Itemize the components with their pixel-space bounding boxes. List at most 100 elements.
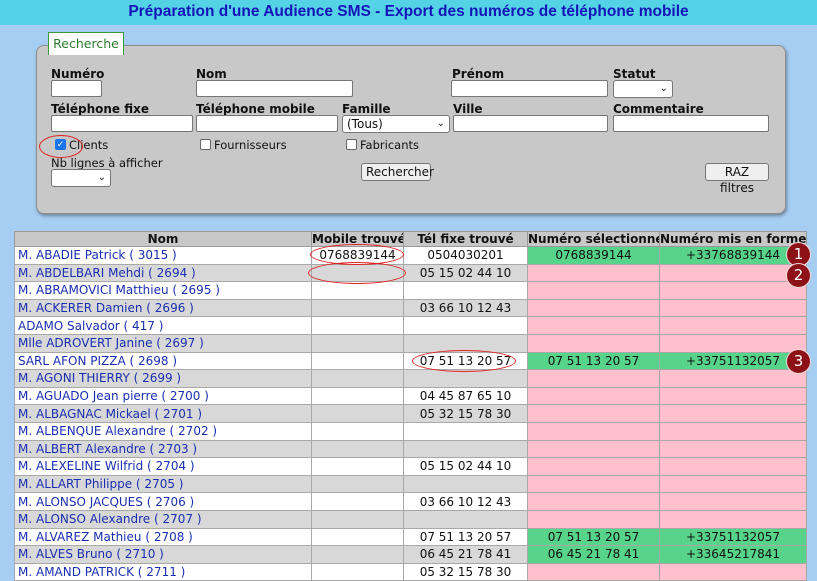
formatted-number-cell bbox=[659, 263, 807, 283]
statut-label: Statut bbox=[613, 67, 656, 81]
client-name-link[interactable]: M. ALBERT Alexandre ( 2703 ) bbox=[14, 439, 312, 459]
search-tab[interactable]: Recherche bbox=[48, 32, 124, 55]
table-row: SARL AFON PIZZA ( 2698 ) 07 51 13 20 57 07… bbox=[14, 351, 807, 371]
table-header-row: Nom Mobile trouvé Tél fixe trouvé Numéro… bbox=[14, 231, 807, 247]
mobile-cell bbox=[311, 351, 404, 371]
mobile-cell bbox=[311, 439, 404, 459]
client-name-link[interactable]: M. AGUADO Jean pierre ( 2700 ) bbox=[14, 386, 312, 406]
client-name-link[interactable]: M. ALONSO JACQUES ( 2706 ) bbox=[14, 492, 312, 511]
nom-input[interactable] bbox=[196, 80, 353, 97]
header-mobile[interactable]: Mobile trouvé bbox=[311, 231, 404, 247]
fabricants-label: Fabricants bbox=[360, 138, 419, 152]
formatted-number-cell bbox=[659, 281, 807, 300]
fixe-cell: 05 15 02 44 10 bbox=[403, 457, 528, 476]
mobile-cell bbox=[311, 333, 404, 353]
famille-select[interactable]: (Tous) ⌄ bbox=[342, 115, 450, 133]
formatted-number-cell bbox=[659, 369, 807, 388]
selected-number-cell: 06 45 21 78 41 bbox=[527, 545, 660, 564]
client-name-link[interactable]: Mlle ADROVERT Janine ( 2697 ) bbox=[14, 333, 312, 353]
fixe-cell bbox=[403, 369, 528, 388]
rechercher-button[interactable]: Rechercher bbox=[361, 163, 434, 181]
selected-number-cell bbox=[527, 562, 660, 581]
client-name-link[interactable]: ADAMO Salvador ( 417 ) bbox=[14, 316, 312, 335]
fixe-cell: 03 66 10 12 43 bbox=[403, 298, 528, 318]
client-name-link[interactable]: M. AGONI THIERRY ( 2699 ) bbox=[14, 369, 312, 388]
table-row: M. ALBAGNAC Mickael ( 2701 ) 05 32 15 78 … bbox=[14, 404, 807, 423]
fournisseurs-checkbox[interactable] bbox=[200, 139, 211, 150]
selected-number-cell bbox=[527, 263, 660, 283]
header-nom[interactable]: Nom bbox=[14, 231, 312, 247]
nb-lignes-select[interactable]: ⌄ bbox=[51, 169, 111, 187]
chevron-down-icon: ⌄ bbox=[436, 118, 445, 129]
table-row: M. ALVES Bruno ( 2710 ) 06 45 21 78 41 06 … bbox=[14, 545, 807, 564]
mobile-cell bbox=[311, 263, 404, 283]
selected-number-cell bbox=[527, 298, 660, 318]
client-name-link[interactable]: M. ABADIE Patrick ( 3015 ) bbox=[14, 246, 312, 265]
fournisseurs-label: Fournisseurs bbox=[214, 138, 287, 152]
fixe-cell bbox=[403, 333, 528, 353]
client-name-link[interactable]: M. ALLART Philippe ( 2705 ) bbox=[14, 474, 312, 494]
formatted-number-cell: +33645217841 bbox=[659, 545, 807, 564]
chevron-down-icon: ⌄ bbox=[97, 172, 106, 183]
tel-fixe-input[interactable] bbox=[51, 115, 193, 132]
fixe-cell: 05 15 02 44 10 bbox=[403, 263, 528, 283]
fixe-cell: 04 45 87 65 10 bbox=[403, 386, 528, 406]
raz-filtres-button[interactable]: RAZ filtres bbox=[705, 163, 769, 195]
tel-mobile-input[interactable] bbox=[196, 115, 338, 132]
ville-input[interactable] bbox=[453, 115, 608, 132]
client-name-link[interactable]: M. ALONSO Alexandre ( 2707 ) bbox=[14, 509, 312, 529]
table-row: M. ALLART Philippe ( 2705 ) bbox=[14, 474, 807, 494]
fabricants-checkbox[interactable] bbox=[346, 139, 357, 150]
mobile-cell bbox=[311, 509, 404, 529]
table-body: M. ABADIE Patrick ( 3015 ) 0768839144 0504… bbox=[14, 246, 807, 581]
header-forme[interactable]: Numéro mis en forme bbox=[659, 231, 807, 247]
table-row: M. ABDELBARI Mehdi ( 2694 ) 05 15 02 44 1… bbox=[14, 263, 807, 283]
client-name-link[interactable]: M. ABDELBARI Mehdi ( 2694 ) bbox=[14, 263, 312, 283]
formatted-number-cell bbox=[659, 298, 807, 318]
annotation-badge-3: 3 bbox=[786, 349, 811, 374]
fixe-cell: 05 32 15 78 30 bbox=[403, 404, 528, 423]
formatted-number-cell bbox=[659, 474, 807, 494]
table-row: Mlle ADROVERT Janine ( 2697 ) bbox=[14, 333, 807, 353]
formatted-number-cell bbox=[659, 509, 807, 529]
fixe-cell bbox=[403, 474, 528, 494]
table-row: M. AGUADO Jean pierre ( 2700 ) 04 45 87 6… bbox=[14, 386, 807, 406]
header-fixe[interactable]: Tél fixe trouvé bbox=[403, 231, 528, 247]
client-name-link[interactable]: M. ALEXELINE Wilfrid ( 2704 ) bbox=[14, 457, 312, 476]
client-name-link[interactable]: M. ALBENQUE Alexandre ( 2702 ) bbox=[14, 421, 312, 441]
table-row: ADAMO Salvador ( 417 ) bbox=[14, 316, 807, 335]
statut-select[interactable]: ⌄ bbox=[613, 80, 673, 98]
client-name-link[interactable]: M. ALVES Bruno ( 2710 ) bbox=[14, 545, 312, 564]
commentaire-label: Commentaire bbox=[613, 102, 704, 116]
table-row: M. ALONSO JACQUES ( 2706 ) 03 66 10 12 43 bbox=[14, 492, 807, 511]
formatted-number-cell bbox=[659, 386, 807, 406]
fixe-cell bbox=[403, 421, 528, 441]
ville-label: Ville bbox=[453, 102, 483, 116]
numero-label: Numéro bbox=[51, 67, 105, 81]
client-name-link[interactable]: M. ALBAGNAC Mickael ( 2701 ) bbox=[14, 404, 312, 423]
clients-checkbox[interactable]: ✓ bbox=[55, 139, 66, 150]
header-selectionne[interactable]: Numéro sélectionné bbox=[527, 231, 660, 247]
client-name-link[interactable]: M. ABRAMOVICI Matthieu ( 2695 ) bbox=[14, 281, 312, 300]
selected-number-cell bbox=[527, 457, 660, 476]
numero-input[interactable] bbox=[51, 80, 102, 97]
formatted-number-cell bbox=[659, 333, 807, 353]
client-name-link[interactable]: SARL AFON PIZZA ( 2698 ) bbox=[14, 351, 312, 371]
page-title: Préparation d'une Audience SMS - Export … bbox=[0, 0, 817, 25]
client-name-link[interactable]: M. ALVAREZ Mathieu ( 2708 ) bbox=[14, 527, 312, 547]
table-row: M. AMAND PATRICK ( 2711 ) 05 32 15 78 30 bbox=[14, 562, 807, 581]
table-row: M. ACKERER Damien ( 2696 ) 03 66 10 12 43 bbox=[14, 298, 807, 318]
formatted-number-cell bbox=[659, 316, 807, 335]
selected-number-cell: 0768839144 bbox=[527, 246, 660, 265]
formatted-number-cell bbox=[659, 404, 807, 423]
client-name-link[interactable]: M. ACKERER Damien ( 2696 ) bbox=[14, 298, 312, 318]
commentaire-input[interactable] bbox=[613, 115, 769, 132]
fixe-cell: 07 51 13 20 57 bbox=[403, 351, 528, 371]
formatted-number-cell bbox=[659, 421, 807, 441]
selected-number-cell: 07 51 13 20 57 bbox=[527, 351, 660, 371]
tel-mobile-label: Téléphone mobile bbox=[196, 102, 315, 116]
client-name-link[interactable]: M. AMAND PATRICK ( 2711 ) bbox=[14, 562, 312, 581]
table-row: M. ALEXELINE Wilfrid ( 2704 ) 05 15 02 44… bbox=[14, 457, 807, 476]
table-row: M. ABADIE Patrick ( 3015 ) 0768839144 0504… bbox=[14, 246, 807, 265]
prenom-input[interactable] bbox=[451, 80, 608, 97]
